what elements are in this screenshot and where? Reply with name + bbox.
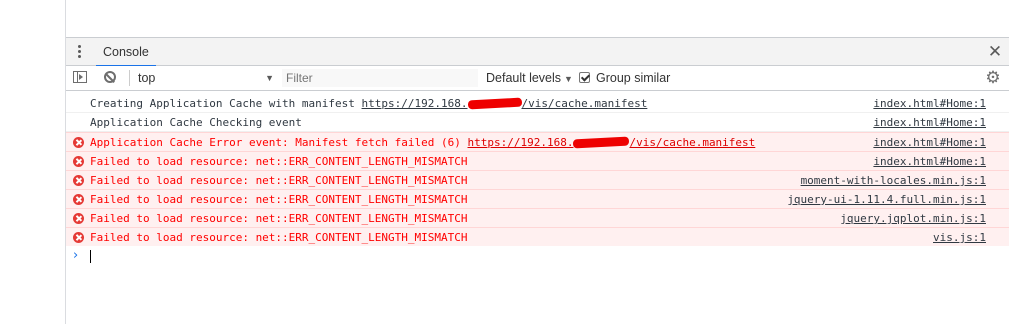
context-selector[interactable]: top ▼ xyxy=(138,66,274,90)
console-error-message: Failed to load resource: net::ERR_CONTEN… xyxy=(66,170,1009,189)
devtools-panel: Console ✕ top ▼ Default levels▼ Group si… xyxy=(66,37,1009,324)
log-levels-label: Default levels xyxy=(486,71,562,85)
filter-input[interactable] xyxy=(282,69,478,87)
console-prompt[interactable]: › xyxy=(66,246,1009,266)
text-cursor xyxy=(90,250,91,263)
error-icon xyxy=(73,213,84,224)
error-icon xyxy=(73,137,84,148)
gear-icon[interactable]: ⚙ xyxy=(983,68,1003,88)
group-similar-toggle[interactable]: Group similar xyxy=(579,66,670,90)
message-text: Failed to load resource: net::ERR_CONTEN… xyxy=(90,155,468,168)
source-link[interactable]: jquery-ui-1.11.4.full.min.js:1 xyxy=(787,190,986,209)
group-similar-label: Group similar xyxy=(596,71,671,85)
prompt-chevron-icon: › xyxy=(73,248,79,263)
group-similar-checkbox[interactable] xyxy=(579,72,590,83)
source-link[interactable]: moment-with-locales.min.js:1 xyxy=(801,171,986,190)
source-link[interactable]: jquery.jqplot.min.js:1 xyxy=(840,209,986,228)
devtools-tabbar: Console ✕ xyxy=(66,37,1009,67)
error-icon xyxy=(73,232,84,243)
context-selector-value: top xyxy=(138,71,156,85)
clear-console-icon[interactable] xyxy=(104,71,116,83)
message-text: Failed to load resource: net::ERR_CONTEN… xyxy=(90,174,468,187)
message-text: Creating Application Cache with manifest… xyxy=(90,97,648,110)
console-error-message: Failed to load resource: net::ERR_CONTEN… xyxy=(66,227,1009,246)
dropdown-caret-icon: ▼ xyxy=(564,74,573,84)
message-text: Application Cache Checking event xyxy=(90,116,302,129)
message-text: Application Cache Error event: Manifest … xyxy=(90,136,756,149)
console-message: Creating Application Cache with manifest… xyxy=(66,94,1009,113)
kebab-menu-icon[interactable] xyxy=(76,44,84,60)
manifest-link[interactable]: https://192.168./vis/cache.manifest xyxy=(362,97,648,110)
source-link[interactable]: index.html#Home:1 xyxy=(873,133,986,152)
error-icon xyxy=(73,194,84,205)
console-messages: Creating Application Cache with manifest… xyxy=(66,94,1009,266)
error-icon xyxy=(73,156,84,167)
message-text: Failed to load resource: net::ERR_CONTEN… xyxy=(90,212,468,225)
source-link[interactable]: index.html#Home:1 xyxy=(873,113,986,132)
error-icon xyxy=(73,175,84,186)
log-levels-dropdown[interactable]: Default levels ▼ xyxy=(486,66,573,90)
console-error-message: Failed to load resource: net::ERR_CONTEN… xyxy=(66,208,1009,227)
source-link[interactable]: index.html#Home:1 xyxy=(873,94,986,113)
console-error-message: Application Cache Error event: Manifest … xyxy=(66,132,1009,151)
toolbar-divider xyxy=(129,70,130,86)
message-text: Failed to load resource: net::ERR_CONTEN… xyxy=(90,231,468,244)
source-link[interactable]: vis.js:1 xyxy=(933,228,986,247)
console-toolbar: top ▼ Default levels▼ Group similar ⚙ xyxy=(66,66,1009,91)
manifest-link[interactable]: https://192.168./vis/cache.manifest xyxy=(468,136,756,149)
sidebar-toggle-icon[interactable] xyxy=(73,71,87,83)
close-icon[interactable]: ✕ xyxy=(985,41,1005,63)
redaction-mark xyxy=(467,97,522,110)
console-error-message: Failed to load resource: net::ERR_CONTEN… xyxy=(66,189,1009,208)
message-text: Failed to load resource: net::ERR_CONTEN… xyxy=(90,193,468,206)
console-error-message: Failed to load resource: net::ERR_CONTEN… xyxy=(66,151,1009,170)
tab-console-label: Console xyxy=(103,45,149,59)
page-viewport xyxy=(0,0,65,324)
redaction-mark xyxy=(573,136,630,149)
source-link[interactable]: index.html#Home:1 xyxy=(873,152,986,171)
tab-console[interactable]: Console xyxy=(96,38,156,67)
console-message: Application Cache Checking event index.h… xyxy=(66,113,1009,132)
dropdown-caret-icon: ▼ xyxy=(265,73,274,83)
